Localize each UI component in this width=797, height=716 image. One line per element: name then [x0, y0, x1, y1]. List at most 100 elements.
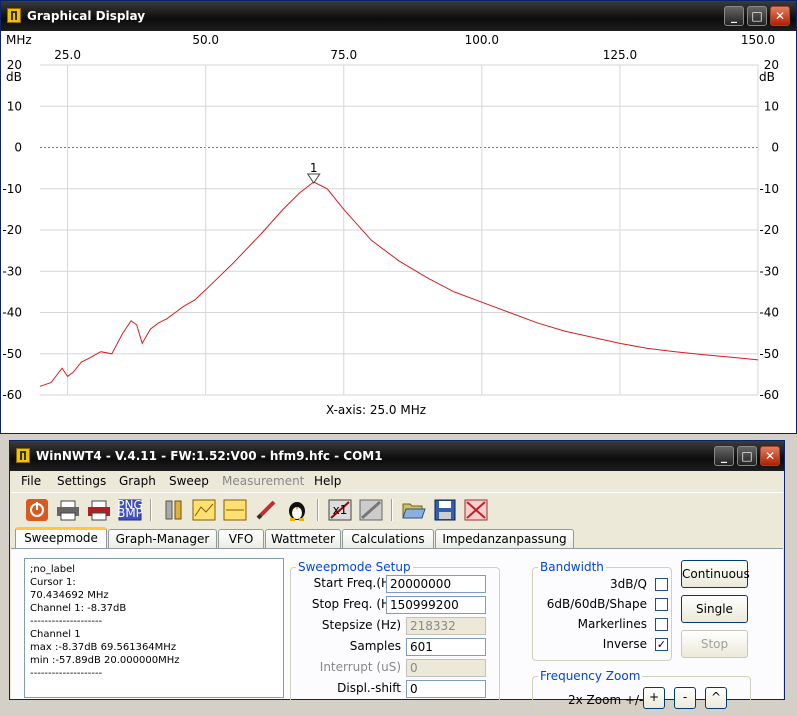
info-line: min :-57.89dB 20.000000MHz: [30, 655, 180, 666]
displ-shift-input[interactable]: 0: [406, 680, 486, 698]
tab-graph-manager[interactable]: Graph-Manager: [108, 529, 217, 549]
linux-penguin-icon[interactable]: [285, 499, 309, 521]
y-tick-label-left: -30: [2, 264, 22, 278]
maximize-button[interactable]: □: [747, 6, 767, 26]
menu-file[interactable]: File: [21, 474, 41, 488]
axis-ticks: 20 20 10 10 0 0 -10 -10 -20 -20 -30 -30 -40 -40 -50 -50…: [2, 33, 779, 402]
menu-settings[interactable]: Settings: [57, 474, 106, 488]
y-tick-label-right: 10: [764, 99, 779, 113]
single-button[interactable]: Single: [681, 595, 748, 623]
main-titlebar: WinNWT4 - V.4.11 - FW:1.52:V00 - hfm9.hf…: [10, 441, 784, 471]
menu-help[interactable]: Help: [314, 474, 341, 488]
sweep-plot[interactable]: MHz dB dB 20 20 10 10 0 0 -10 -10 -20 -20 -30 -30 -4…: [2, 31, 797, 434]
q-label: 3dB/Q: [610, 577, 647, 591]
shape-checkbox[interactable]: [655, 598, 668, 611]
info-line: Channel 1: [30, 629, 81, 640]
inverse-label: Inverse: [602, 637, 647, 651]
markerlines-label: Markerlines: [577, 617, 647, 631]
maximize-button[interactable]: □: [737, 446, 757, 466]
y-tick-label-left: 20: [7, 58, 22, 72]
y-tick-label-right: 20: [764, 58, 779, 72]
y-tick-label-right: -10: [759, 182, 779, 196]
svg-text:BMP: BMP: [118, 506, 142, 520]
sweepmode-setup-title: Sweepmode Setup: [296, 560, 413, 574]
close-button[interactable]: ✕: [770, 6, 790, 26]
samples-input[interactable]: 601: [406, 638, 486, 656]
samples-label: Samples: [349, 639, 401, 653]
info-line: --------------------: [30, 616, 103, 627]
frequency-zoom-group: Frequency Zoom 2x Zoom +/- + - ^: [532, 669, 751, 716]
xaxis-readout: X-axis: 25.0 MHz: [326, 403, 426, 417]
q-checkbox[interactable]: [655, 578, 668, 591]
png-bmp-icon[interactable]: PNGBMP: [118, 499, 142, 521]
printer-icon[interactable]: [56, 499, 80, 521]
zoom-plus-button[interactable]: +: [643, 687, 665, 709]
minimize-button[interactable]: _: [714, 446, 734, 466]
y-tick-label-left: -20: [2, 223, 22, 237]
y-tick-label-left: 10: [7, 99, 22, 113]
graph-yellow-icon[interactable]: [192, 499, 216, 521]
menu-measurement[interactable]: Measurement: [222, 474, 304, 488]
scale-x1-icon[interactable]: x1: [328, 499, 352, 521]
inverse-checkbox[interactable]: ✓: [655, 638, 668, 651]
graph-yellow-2-icon[interactable]: [223, 499, 247, 521]
toolbar: PNG BMP x1: [11, 492, 783, 528]
shape-label: 6dB/60dB/Shape: [546, 597, 647, 611]
toolbar-separator: [317, 499, 319, 521]
tab-bar: Sweepmode Graph-Manager VFO Wattmeter Ca…: [11, 527, 783, 549]
y-tick-label-left: 0: [14, 141, 22, 155]
bandwidth-title: Bandwidth: [538, 560, 606, 574]
menu-graph[interactable]: Graph: [119, 474, 156, 488]
zoom-reset-button[interactable]: ^: [705, 687, 727, 709]
printer-color-icon[interactable]: [87, 499, 111, 521]
tab-impedanzanpassung[interactable]: Impedanzanpassung: [435, 529, 574, 549]
start-freq-input[interactable]: 20000000: [386, 575, 486, 593]
interrupt-label: Interrupt (uS): [319, 660, 401, 674]
save-disk-icon[interactable]: [433, 499, 457, 521]
x-tick-label-top: 150.0: [741, 33, 775, 47]
delete-graph-icon[interactable]: [464, 499, 488, 521]
cursor-marker: 1: [306, 161, 321, 184]
power-icon[interactable]: [25, 499, 49, 521]
markerlines-checkbox[interactable]: [655, 618, 668, 631]
marker-number: 1: [310, 161, 318, 175]
y-tick-label-left: -50: [2, 347, 22, 361]
folder-open-icon[interactable]: [402, 499, 426, 521]
stop-button[interactable]: Stop: [681, 630, 748, 658]
y-tick-label-right: -50: [759, 347, 779, 361]
tab-calculations[interactable]: Calculations: [342, 529, 434, 549]
y-tick-label-left: -60: [2, 388, 22, 402]
x-tick-label-top: 50.0: [192, 33, 219, 47]
toolbar-separator: [150, 499, 152, 521]
stepsize-input: 218332: [406, 617, 486, 635]
zoom-minus-button[interactable]: -: [674, 687, 696, 709]
scale-tools-icon[interactable]: [359, 499, 383, 521]
tools-icon[interactable]: [161, 499, 185, 521]
stop-freq-input[interactable]: 150999200: [386, 596, 486, 614]
tab-wattmeter[interactable]: Wattmeter: [265, 529, 341, 549]
bandwidth-group: Bandwidth 3dB/Q 6dB/60dB/Shape Markerlin…: [532, 560, 672, 661]
app-icon: [7, 8, 21, 23]
pen-icon[interactable]: [254, 499, 278, 521]
minimize-button[interactable]: _: [724, 6, 744, 26]
menu-bar: File Settings Graph Sweep Measurement He…: [11, 471, 783, 491]
info-line: --------------------: [30, 668, 103, 679]
frequency-zoom-title: Frequency Zoom: [538, 669, 643, 683]
menu-sweep[interactable]: Sweep: [169, 474, 209, 488]
app-icon: [16, 448, 30, 463]
x-tick-label-bottom: 125.0: [603, 48, 637, 62]
y-tick-label-right: -60: [759, 388, 779, 402]
displ-shift-label: Displ.-shift: [337, 681, 401, 695]
y-tick-label-left: -40: [2, 306, 22, 320]
continuous-button[interactable]: Continuous: [681, 560, 750, 588]
info-textbox[interactable]: ;no_label Cursor 1: 70.434692 MHz Channe…: [24, 558, 284, 698]
x-unit-label: MHz: [6, 33, 32, 47]
graph-area[interactable]: MHz dB dB 20 20 10 10 0 0 -10 -10 -20 -20 -30 -30 -4…: [2, 31, 795, 432]
close-button[interactable]: ✕: [760, 446, 780, 466]
main-window: WinNWT4 - V.4.11 - FW:1.52:V00 - hfm9.hf…: [9, 440, 785, 716]
toolbar-separator: [391, 499, 393, 521]
main-window-title: WinNWT4 - V.4.11 - FW:1.52:V00 - hfm9.hf…: [36, 449, 383, 463]
tab-vfo[interactable]: VFO: [218, 529, 264, 549]
tab-sweepmode[interactable]: Sweepmode: [15, 527, 107, 549]
y-tick-label-left: -10: [2, 182, 22, 196]
